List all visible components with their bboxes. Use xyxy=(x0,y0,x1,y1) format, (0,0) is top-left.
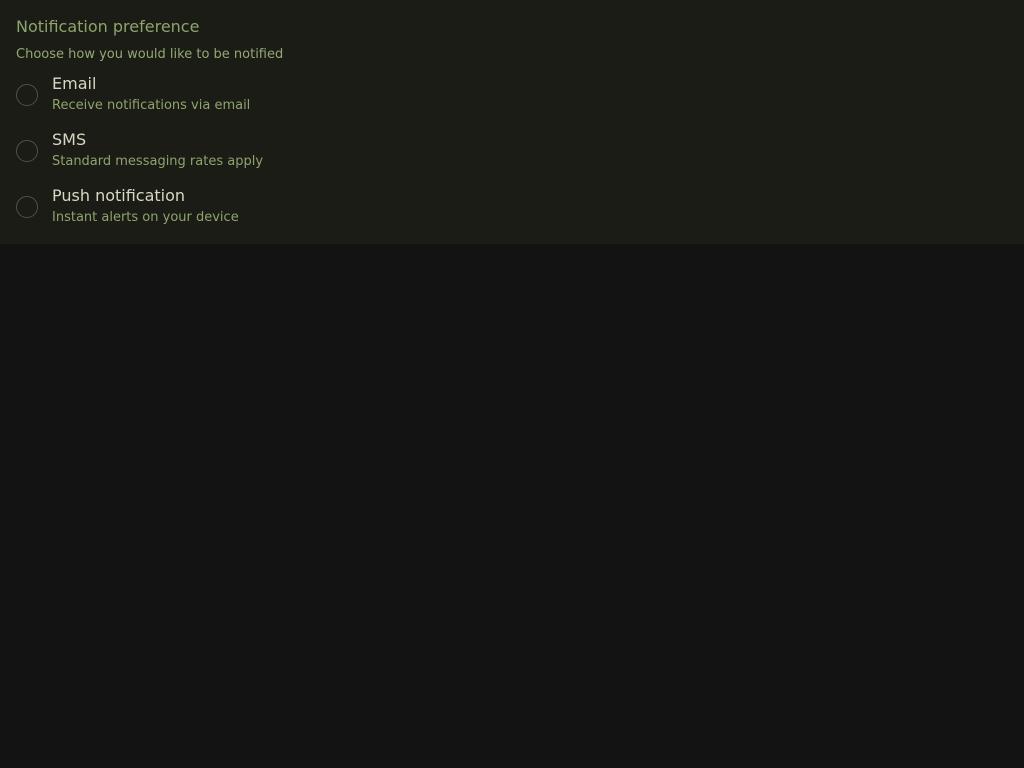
sms-radio[interactable] xyxy=(16,140,38,162)
section-subtitle: Choose how you would like to be notified xyxy=(16,47,284,62)
option-label: Email xyxy=(52,74,97,93)
option-email[interactable]: Email Receive notifications via email xyxy=(16,74,336,124)
email-radio[interactable] xyxy=(16,84,38,106)
option-push-notification[interactable]: Push notification Instant alerts on your… xyxy=(16,186,336,236)
section-title: Notification preference xyxy=(16,17,200,36)
option-description: Receive notifications via email xyxy=(52,98,251,113)
option-description: Instant alerts on your device xyxy=(52,210,239,225)
option-label: SMS xyxy=(52,130,87,149)
option-description: Standard messaging rates apply xyxy=(52,154,264,169)
option-label: Push notification xyxy=(52,186,186,205)
option-sms[interactable]: SMS Standard messaging rates apply xyxy=(16,130,336,180)
notification-preference-panel: Notification preference Choose how you w… xyxy=(0,0,1024,244)
push-notification-radio[interactable] xyxy=(16,196,38,218)
